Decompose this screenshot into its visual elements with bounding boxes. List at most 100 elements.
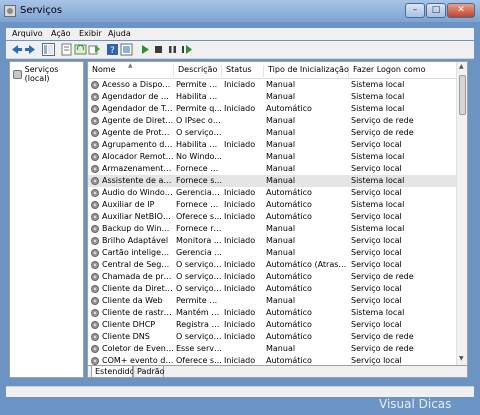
- cell-status: Iniciado: [224, 284, 256, 293]
- table-row[interactable]: Central de Segura...O serviço ...Iniciad…: [88, 259, 457, 271]
- table-row[interactable]: Brilho Adaptável Monitora ... Iniciado Manu…: [88, 235, 457, 247]
- cell-logon: Serviço local: [351, 260, 402, 269]
- cell-desc: Esse servi...: [176, 344, 222, 353]
- table-row[interactable]: Armazenamento ... Fornece ar... Manual Serv…: [88, 163, 457, 175]
- cell-desc: O serviço ...: [176, 128, 222, 137]
- tab-estendido[interactable]: Estendido: [91, 366, 135, 377]
- cell-startup: Manual: [266, 296, 296, 305]
- cell-status: Iniciado: [224, 332, 256, 341]
- cell-startup: Manual: [266, 140, 296, 149]
- service-gear-icon: [91, 189, 99, 197]
- back-icon[interactable]: [10, 43, 23, 56]
- column-header-logon[interactable]: Fazer Logon como: [349, 65, 457, 77]
- column-header-nome[interactable]: ▲ Nome: [88, 62, 174, 77]
- services-node-icon: [13, 69, 22, 79]
- cell-desc: O serviço ...: [176, 260, 222, 269]
- title-bar[interactable]: Serviços – □ ✕: [0, 0, 480, 22]
- cell-name: Agrupamento de ...: [102, 140, 174, 149]
- close-button[interactable]: ✕: [447, 3, 475, 18]
- cell-status: Iniciado: [224, 320, 256, 329]
- service-gear-icon: [91, 225, 99, 233]
- scroll-up-icon[interactable]: ▲: [459, 63, 464, 70]
- cell-name: Agendador de Tar...: [102, 104, 174, 113]
- table-row[interactable]: Cliente da Diretiva...O serviço ...Inici…: [88, 283, 457, 295]
- cell-desc: Fornece re...: [176, 224, 222, 233]
- table-row[interactable]: Auxiliar NetBIOS T...Oferece s...Iniciad…: [88, 211, 457, 223]
- tree-item-services-local[interactable]: Serviços (local): [13, 65, 83, 83]
- service-gear-icon: [91, 117, 99, 125]
- cell-startup: Manual: [266, 116, 296, 125]
- service-gear-icon: [91, 345, 99, 353]
- column-header-tipo-inicializacao[interactable]: Tipo de Inicialização: [264, 65, 349, 77]
- play-icon[interactable]: [138, 43, 151, 56]
- cell-startup: Manual: [266, 176, 296, 185]
- column-header-status[interactable]: Status: [222, 65, 264, 77]
- table-row[interactable]: Backup do Windo... Fornece re... Manual Sis…: [88, 223, 457, 235]
- table-row[interactable]: Chamada de proc... O serviço ... Iniciado A…: [88, 271, 457, 283]
- tab-padrao[interactable]: Padrão: [133, 366, 165, 377]
- cell-status: [222, 248, 264, 259]
- cell-status: Iniciado: [224, 104, 256, 113]
- show-hide-icon[interactable]: [120, 43, 133, 56]
- table-row[interactable]: Cliente da Web Permite qu... Manual Serviço…: [88, 295, 457, 307]
- cell-logon: Sistema local: [351, 152, 405, 161]
- service-gear-icon: [91, 357, 99, 365]
- table-row[interactable]: Coletor de Evento... Esse servi... Manual S…: [88, 343, 457, 355]
- service-gear-icon: [91, 105, 99, 113]
- stop-icon[interactable]: [152, 43, 165, 56]
- table-row[interactable]: Agendador de Cla... Habilita a ... Manual S…: [88, 91, 457, 103]
- minimize-button[interactable]: –: [405, 3, 425, 18]
- cell-name: Alocador Remote ...: [102, 152, 174, 161]
- cell-logon: Serviço local: [351, 212, 402, 221]
- table-row[interactable]: Cliente DNS O serviço ... Iniciado Automáti…: [88, 331, 457, 343]
- restart-icon[interactable]: [180, 43, 193, 56]
- forward-icon[interactable]: [24, 43, 37, 56]
- help-icon[interactable]: ?: [106, 43, 119, 56]
- table-row[interactable]: Áudio do Windows Gerencia á... Iniciado Aut…: [88, 187, 457, 199]
- cell-logon: Serviço local: [351, 284, 402, 293]
- cell-startup: Automático: [266, 272, 312, 281]
- menu-arquivo[interactable]: Arquivo: [12, 29, 43, 38]
- cell-name: Assistente de aqui...: [102, 176, 174, 185]
- table-row[interactable]: Agendador de Tar... Permite q... Iniciado A…: [88, 103, 457, 115]
- export-icon[interactable]: [88, 43, 101, 56]
- pause-icon[interactable]: [166, 43, 179, 56]
- service-gear-icon: [91, 201, 99, 209]
- table-row[interactable]: Cliente de rastrea... Mantém v... Iniciado…: [88, 307, 457, 319]
- cell-status: [222, 296, 264, 307]
- console-tree-pane: Serviços (local): [9, 61, 84, 378]
- cell-status: Iniciado: [224, 188, 256, 197]
- table-row[interactable]: Agente de Diretiva...O IPsec of... Manual…: [88, 115, 457, 127]
- maximize-button[interactable]: □: [426, 3, 446, 18]
- table-row[interactable]: Alocador Remote ... No Windo... Manual Sist…: [88, 151, 457, 163]
- table-row[interactable]: Assistente de aqui...Fornece s... Manual S…: [88, 175, 457, 187]
- console-tree-icon[interactable]: [42, 43, 55, 56]
- table-row[interactable]: Agrupamento de ... Habilita a ... Iniciado…: [88, 139, 457, 151]
- list-header: ▲ Nome Descrição Status Tipo de Iniciali…: [88, 62, 457, 79]
- menu-exibir[interactable]: Exibir: [79, 29, 102, 38]
- cell-logon: Sistema local: [351, 80, 405, 89]
- scroll-down-icon[interactable]: ▼: [459, 355, 464, 362]
- column-header-descricao[interactable]: Descrição: [174, 65, 222, 77]
- service-gear-icon: [91, 273, 99, 281]
- cell-desc: O serviço ...: [176, 272, 222, 281]
- service-gear-icon: [91, 321, 99, 329]
- cell-desc: Gerencia á...: [176, 188, 222, 197]
- table-row[interactable]: Acesso a Dispositi... Permite o ... Inicia…: [88, 79, 457, 91]
- table-row[interactable]: Agente de Proteçã...O serviço ... Manual S…: [88, 127, 457, 139]
- scroll-thumb[interactable]: [459, 75, 466, 115]
- service-gear-icon: [91, 237, 99, 245]
- menu-acao[interactable]: Ação: [51, 29, 71, 38]
- cell-status: [222, 152, 264, 163]
- vertical-scrollbar[interactable]: ▲ ▼: [456, 62, 467, 365]
- menu-ajuda[interactable]: Ajuda: [108, 29, 131, 38]
- cell-startup: Manual: [266, 248, 296, 257]
- refresh-icon[interactable]: [74, 43, 87, 56]
- cell-startup: Manual: [266, 92, 296, 101]
- table-row[interactable]: Auxiliar de IP Fornece c... Iniciado Automá…: [88, 199, 457, 211]
- cell-startup: Manual: [266, 164, 296, 173]
- toolbar: ?: [6, 41, 474, 59]
- table-row[interactable]: Cliente DHCP Registra e ... Iniciado Automá…: [88, 319, 457, 331]
- properties-icon[interactable]: [60, 43, 73, 56]
- table-row[interactable]: Cartão inteligente Gerencia ... Manual Serv…: [88, 247, 457, 259]
